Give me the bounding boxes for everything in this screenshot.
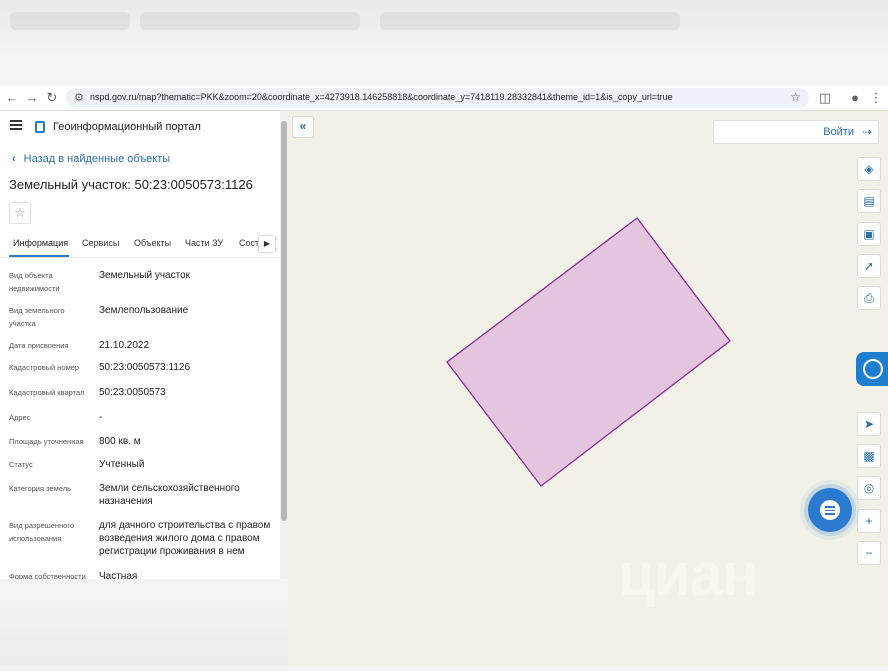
print-button[interactable]: ⎙ [857, 286, 881, 310]
attr-label: Вид земельного участка [9, 306, 65, 328]
ruler-icon: ▤ [863, 194, 875, 208]
geolocation-button[interactable]: ◎ [857, 476, 881, 500]
chat-fab-button[interactable] [808, 488, 852, 532]
attr-label: Вид объекта недвижимости [9, 271, 60, 293]
login-label: Войти [823, 126, 854, 138]
hamburger-menu-icon[interactable] [10, 120, 22, 130]
tabs-scroll-right-icon[interactable]: ▶ [258, 235, 276, 253]
tab-objects[interactable]: Объекты [134, 238, 171, 248]
attr-value: Учтенный [99, 459, 145, 470]
object-info-panel: Геоинформационный портал ‹ Назад в найден… [0, 111, 280, 579]
print-icon: ⎙ [864, 291, 874, 305]
attr-label: Адрес [9, 413, 31, 422]
site-settings-icon[interactable]: ⚙ [74, 91, 84, 104]
address-bar: ← → ↻ ⚙ nspd.gov.ru/map?thematic=PKK&zoo… [0, 86, 888, 111]
chevron-left-icon: ‹ [12, 153, 16, 165]
attr-value: Земельный участок [99, 270, 191, 281]
collapse-panel-button[interactable]: « [292, 116, 314, 138]
select-area-button[interactable]: ▣ [857, 222, 881, 246]
profile-icon[interactable]: ● [847, 90, 863, 106]
attr-value: для дачного строительства с правом возве… [99, 520, 271, 557]
portal-title: Геоинформационный портал [53, 121, 201, 133]
portal-logo-icon [35, 121, 45, 133]
support-side-button[interactable] [856, 352, 888, 386]
attr-value: 50:23:0050573:1126 [99, 362, 191, 373]
zoom-out-button[interactable]: − [857, 541, 881, 565]
browser-top-blur [0, 0, 888, 86]
select-area-icon: ▣ [863, 227, 875, 241]
forward-arrow-icon[interactable]: → [24, 90, 40, 106]
attr-label: Категория земель [9, 484, 72, 493]
tab-information[interactable]: Информация [13, 238, 68, 248]
locate-icon: ➤ [863, 417, 875, 431]
chat-icon [863, 359, 883, 379]
panel-scrollbar[interactable] [280, 111, 288, 579]
attr-value: 800 кв. м [99, 436, 141, 447]
map-canvas[interactable] [288, 111, 888, 666]
more-menu-icon[interactable]: ⋮ [868, 90, 884, 106]
layers-button[interactable]: ◈ [857, 157, 881, 181]
tab-parts[interactable]: Части ЗУ [185, 238, 223, 248]
minimap-icon: ▩ [863, 449, 875, 463]
share-button[interactable]: ➚ [857, 254, 881, 278]
attr-value: Землепользование [99, 305, 189, 316]
attr-label: Кадастровый номер [9, 363, 80, 372]
info-tabs: Информация Сервисы Объекты Части ЗУ Сост… [0, 235, 280, 258]
locate-button[interactable]: ➤ [857, 412, 881, 436]
extensions-icon[interactable]: ◫ [817, 90, 833, 106]
login-button[interactable]: Войти ⇢ [713, 120, 879, 144]
attr-value: 21.10.2022 [99, 340, 150, 351]
attr-label: Вид разрешенного использования [9, 521, 75, 543]
favorite-star-icon[interactable]: ☆ [9, 202, 31, 224]
attr-label: Кадастровый квартал [9, 388, 85, 397]
attr-label: Дата присвоения [9, 341, 69, 350]
bookmark-star-icon[interactable]: ☆ [790, 90, 801, 104]
map-svg [446, 217, 731, 487]
attr-value: Земли сельскохозяйственного назначения [99, 483, 240, 507]
attr-value: - [99, 412, 103, 423]
zoom-out-icon: − [865, 546, 873, 560]
zoom-in-icon: + [865, 514, 873, 528]
land-parcel-polygon[interactable] [446, 217, 731, 487]
zoom-in-button[interactable]: + [857, 509, 881, 533]
back-arrow-icon[interactable]: ← [4, 90, 20, 106]
back-to-results-link[interactable]: ‹ Назад в найденные объекты [12, 153, 170, 165]
layers-icon: ◈ [864, 162, 874, 176]
geolocation-icon: ◎ [863, 481, 875, 495]
bottom-blur [0, 579, 288, 666]
watermark: циан [618, 541, 758, 608]
login-icon: ⇢ [861, 125, 872, 139]
active-tab-indicator [9, 255, 69, 257]
url-text: nspd.gov.ru/map?thematic=PKK&zoom=20&coo… [90, 92, 673, 102]
attr-value: Частная [99, 571, 138, 579]
object-title: Земельный участок: 50:23:0050573:1126 [9, 177, 253, 192]
ruler-button[interactable]: ▤ [857, 189, 881, 213]
attr-label: Статус [9, 460, 33, 469]
attr-value: 50:23:0050573 [99, 387, 166, 398]
message-icon [820, 500, 840, 520]
minimap-button[interactable]: ▩ [857, 444, 881, 468]
attr-label: Форма собственности [9, 572, 86, 579]
tab-services[interactable]: Сервисы [82, 238, 119, 248]
reload-icon[interactable]: ↻ [44, 90, 60, 106]
url-field[interactable]: ⚙ nspd.gov.ru/map?thematic=PKK&zoom=20&c… [66, 88, 809, 108]
scrollbar-thumb[interactable] [281, 121, 287, 521]
attr-label: Площадь уточненная [9, 437, 84, 446]
share-icon: ➚ [863, 259, 875, 273]
back-link-label: Назад в найденные объекты [23, 153, 171, 165]
